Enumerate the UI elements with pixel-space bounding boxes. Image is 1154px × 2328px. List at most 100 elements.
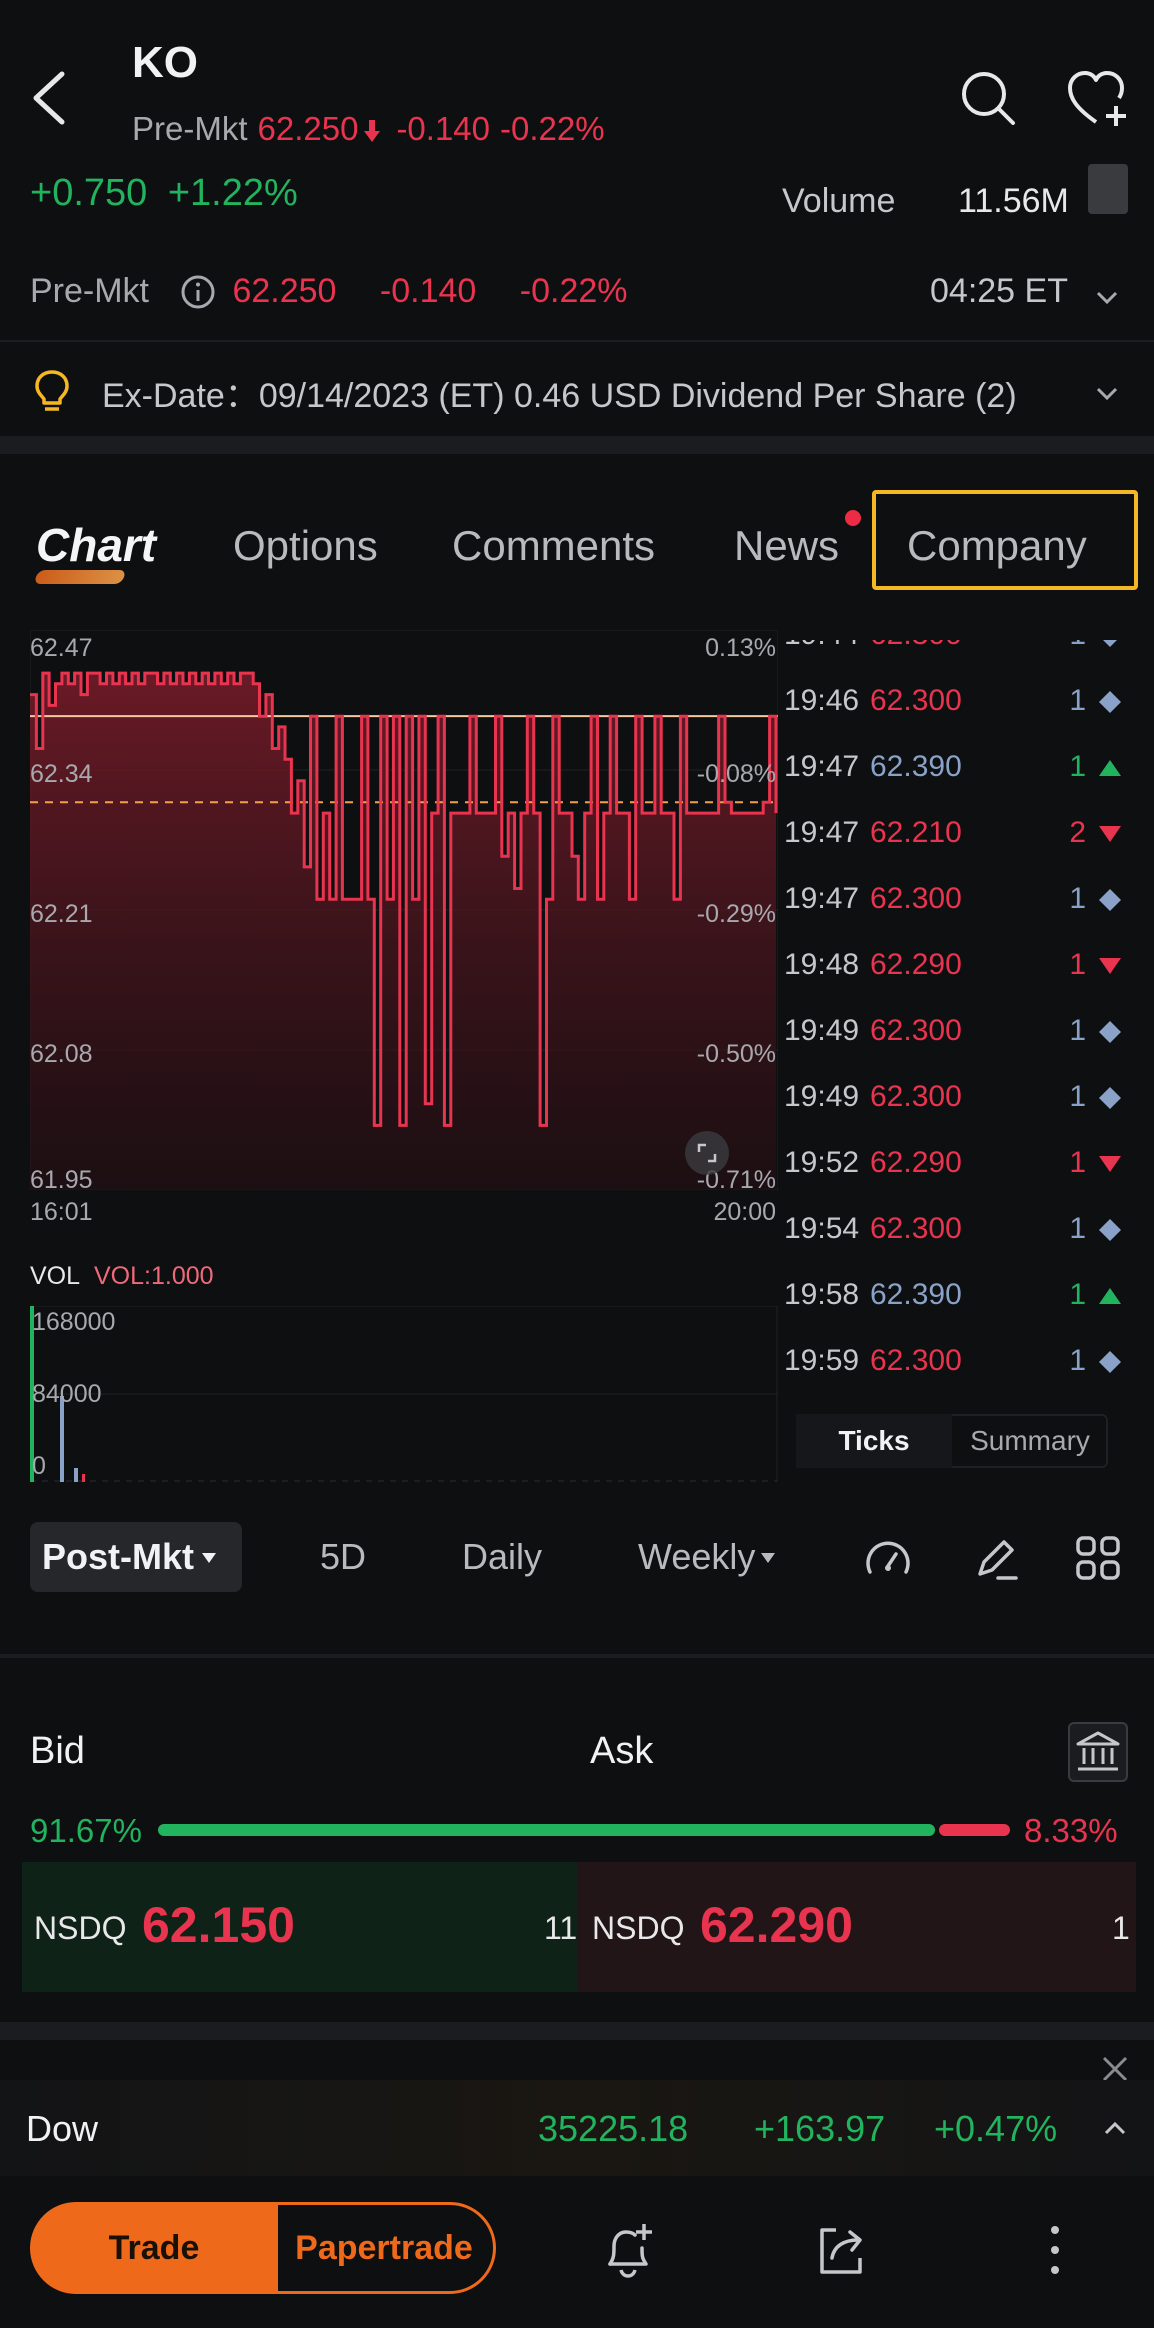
ask-ratio-bar [939, 1824, 1010, 1836]
tick-price: 62.300 [870, 1080, 962, 1113]
index-change: +163.97 [754, 2108, 886, 2149]
trade-button[interactable]: Trade [30, 2202, 278, 2294]
add-watchlist-heart-icon[interactable] [1066, 68, 1130, 128]
period-daily[interactable]: Daily [462, 1536, 542, 1578]
volume-chart [30, 1306, 778, 1482]
diamond-icon [1103, 640, 1117, 647]
premkt-price: 62.250 [257, 110, 359, 147]
papertrade-button[interactable]: Papertrade [252, 2202, 496, 2294]
more-options-icon[interactable] [1040, 2220, 1070, 2280]
volume-value: 11.56M [958, 182, 1069, 220]
bid-exchange: NSDQ [34, 1910, 127, 1946]
premkt-row-label: Pre-Mkt [30, 272, 149, 310]
volume-axis-label: 168000 [32, 1308, 116, 1336]
tick-time: 19:49 [784, 1080, 860, 1113]
ticker-symbol: KO [132, 38, 198, 87]
ask-label: Ask [590, 1730, 654, 1772]
tick-price: 62.390 [870, 750, 962, 783]
index-change-pct: +0.47% [934, 2108, 1058, 2149]
share-icon[interactable] [812, 2220, 872, 2280]
premkt-row-price: 62.250 [232, 272, 337, 310]
tick-time: 19:58 [784, 1278, 860, 1311]
tick-price: 62.300 [870, 1344, 962, 1377]
section-separator [0, 1654, 1154, 1658]
volume-indicator-value: VOL:1.000 [94, 1262, 214, 1290]
summary-button[interactable]: Summary [952, 1414, 1108, 1468]
tick-count: 1 [1069, 948, 1086, 981]
chevron-down-icon[interactable] [1094, 380, 1120, 406]
info-icon[interactable] [180, 274, 216, 310]
volume-axis-label: 84000 [32, 1380, 102, 1408]
y-axis-label: 62.34 [30, 760, 93, 788]
ask-percentage: 8.33% [1024, 1812, 1118, 1849]
quote-expand-tab[interactable] [1088, 164, 1128, 214]
chevron-down-icon[interactable] [1094, 284, 1120, 310]
change-pct: +1.22% [167, 172, 298, 214]
ask-exchange: NSDQ [592, 1910, 685, 1946]
tick-time: 19:54 [784, 1212, 860, 1245]
bid-ratio-bar [158, 1824, 935, 1836]
tick-row: 19:47 62.390 1 [784, 750, 1124, 816]
tick-time: 19:49 [784, 1014, 860, 1047]
y-axis-pct-label: -0.50% [696, 1040, 776, 1068]
tick-count: 1 [1069, 1146, 1086, 1179]
tick-count: 1 [1069, 618, 1086, 651]
tab-options[interactable]: Options [233, 522, 378, 570]
tick-price: 62.290 [870, 948, 962, 981]
tick-count: 1 [1069, 1212, 1086, 1245]
tick-time: 19:47 [784, 816, 860, 849]
search-icon[interactable] [958, 68, 1018, 128]
y-axis-pct-label: 0.13% [705, 634, 776, 662]
bid-price: 62.150 [142, 1897, 295, 1953]
tick-price: 62.300 [870, 684, 962, 717]
draw-pen-icon[interactable] [970, 1532, 1022, 1584]
bid-label: Bid [30, 1730, 85, 1772]
down-triangle-icon [1099, 826, 1121, 842]
index-name: Dow [26, 2108, 99, 2149]
period-post-mkt[interactable]: Post-Mkt [30, 1522, 242, 1592]
bank-icon[interactable] [1068, 1722, 1128, 1782]
tick-time: 19:47 [784, 750, 860, 783]
bid-quantity: 11 [544, 1910, 578, 1946]
premkt-change: -0.140 [396, 110, 491, 147]
diamond-icon [1099, 1219, 1121, 1241]
tick-price: 62.300 [870, 1212, 962, 1245]
volume-title: VOL [30, 1262, 81, 1290]
x-axis-start: 16:01 [30, 1198, 93, 1226]
section-separator [0, 436, 1154, 454]
tick-row: 19:58 62.390 1 [784, 1278, 1124, 1344]
tick-time: 19:59 [784, 1344, 860, 1377]
dividend-info[interactable]: Ex-Date：09/14/2023 (ET) 0.46 USD Dividen… [102, 368, 1017, 417]
period-weekly-label: Weekly [638, 1536, 756, 1577]
chevron-up-icon[interactable] [1102, 2116, 1128, 2142]
fullscreen-icon[interactable] [684, 1130, 730, 1176]
up-triangle-icon [1099, 1288, 1121, 1304]
diamond-icon [1099, 691, 1121, 713]
period-5d[interactable]: 5D [320, 1536, 366, 1578]
tick-price: 62.390 [870, 1278, 962, 1311]
premkt-row-pct: -0.22% [519, 272, 628, 310]
tick-time: 19:47 [784, 882, 860, 915]
period-weekly[interactable]: Weekly [638, 1536, 777, 1578]
ask-quantity: 1 [1112, 1910, 1130, 1946]
ticks-button[interactable]: Ticks [796, 1414, 952, 1468]
tab-chart[interactable]: Chart [36, 518, 156, 572]
premarket-row[interactable]: Pre-Mkt 62.250 -0.140 -0.22% [30, 272, 628, 311]
premkt-label: Pre-Mkt [132, 110, 248, 147]
tick-count: 1 [1069, 1344, 1086, 1377]
lightbulb-icon [35, 370, 69, 411]
tab-news[interactable]: News [734, 522, 839, 570]
diamond-icon [1099, 1087, 1121, 1109]
tick-count: 2 [1069, 816, 1086, 849]
price-alert-bell-icon[interactable] [598, 2220, 658, 2280]
tick-time: 19:48 [784, 948, 860, 981]
back-arrow-icon[interactable] [26, 68, 74, 128]
x-axis-end: 20:00 [713, 1198, 776, 1226]
bid-percentage: 91.67% [30, 1812, 142, 1849]
index-value: 35225.18 [538, 2108, 689, 2149]
tab-comments[interactable]: Comments [452, 522, 655, 570]
tick-time: 19:52 [784, 1146, 860, 1179]
grid-layout-icon[interactable] [1072, 1532, 1124, 1584]
trade-button-edge [244, 2202, 278, 2294]
gauge-icon[interactable] [862, 1532, 914, 1584]
